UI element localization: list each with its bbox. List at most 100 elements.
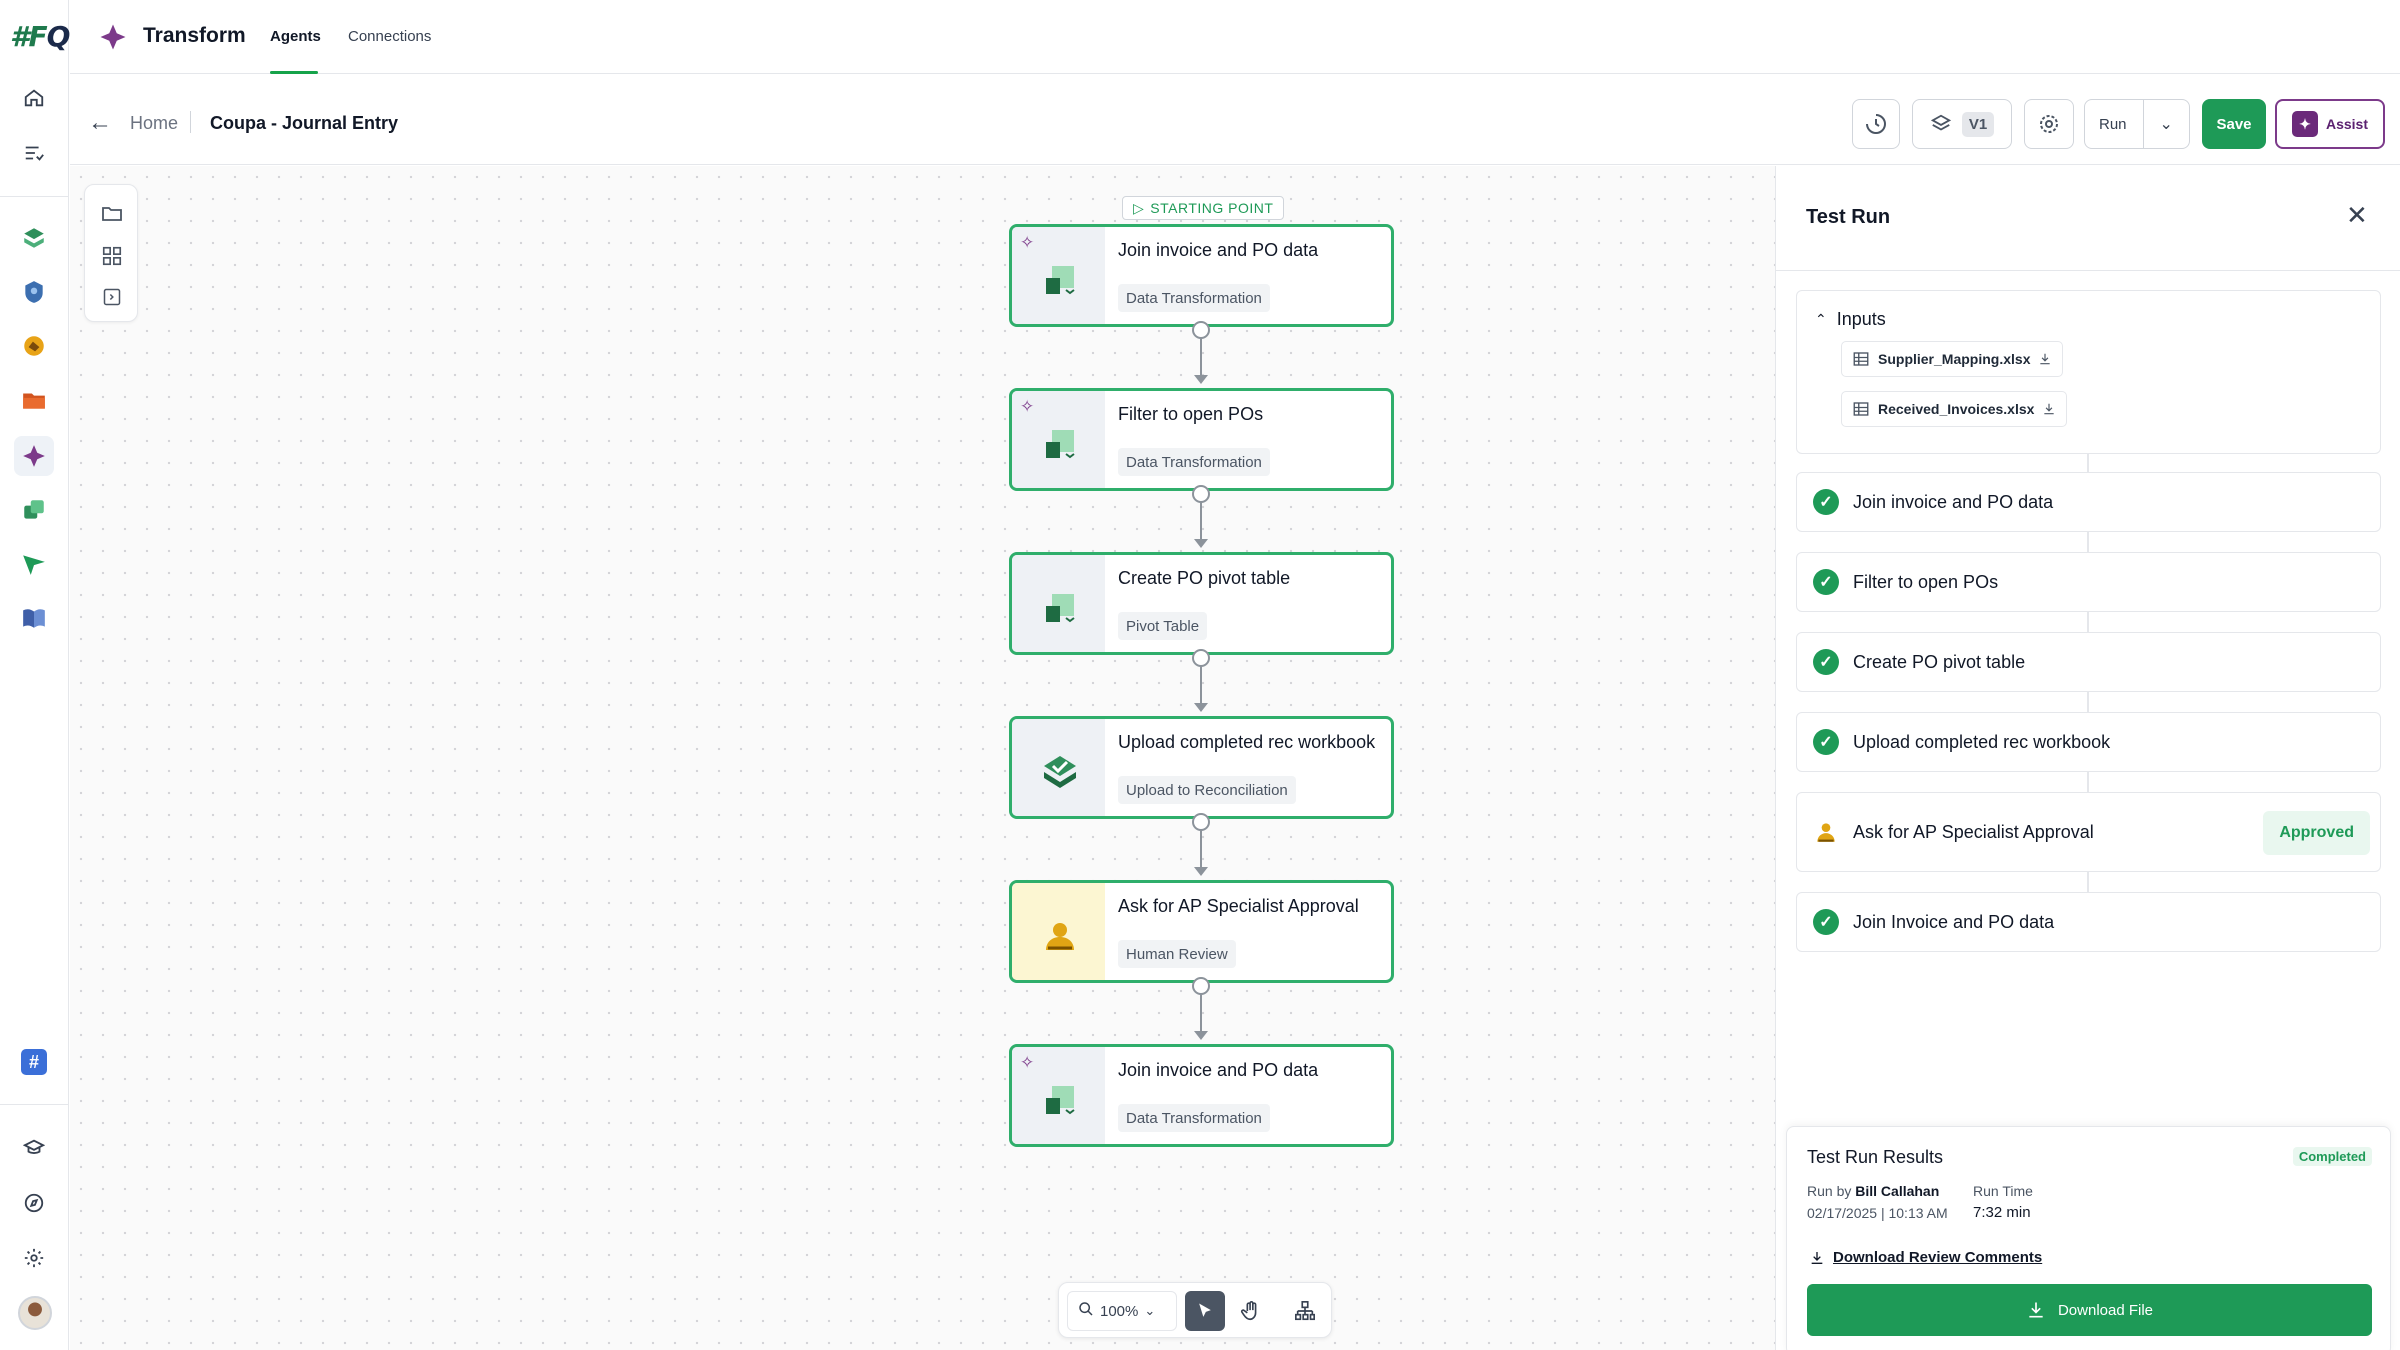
tasks-icon[interactable] — [14, 133, 54, 173]
node-title: Upload completed rec workbook — [1118, 732, 1376, 752]
download-file-label: Download File — [2057, 1301, 2154, 1319]
user-avatar[interactable] — [18, 1296, 52, 1330]
node-type-chip: Pivot Table — [1118, 612, 1208, 640]
reconciliation-app-icon[interactable] — [14, 218, 54, 258]
workflow-node-filter-open-pos[interactable]: ✧ Filter to open POs Data Transformation — [1009, 388, 1394, 491]
top-bar: Transform Agents Connections — [70, 0, 2400, 74]
inputs-toggle[interactable]: ⌃ Inputs — [1815, 309, 1886, 330]
app-logo[interactable]: #FQ — [10, 20, 70, 54]
tab-agents[interactable]: Agents — [270, 28, 321, 45]
node-thumbnail — [1012, 555, 1105, 652]
version-selector[interactable]: V1 — [1912, 99, 2012, 149]
slack-hash-icon[interactable]: # — [14, 1042, 54, 1082]
transform-logo-icon — [100, 24, 126, 50]
close-icon[interactable]: ✕ — [2346, 200, 2368, 231]
node-thumbnail — [1012, 719, 1105, 816]
components-grid-icon[interactable] — [96, 240, 128, 272]
run-dropdown-chevron-icon[interactable]: ⌄ — [2144, 114, 2190, 134]
save-button[interactable]: Save — [2202, 99, 2266, 149]
run-step-label: Join Invoice and PO data — [1853, 911, 2055, 932]
node-title: Create PO pivot table — [1118, 568, 1291, 588]
run-step[interactable]: ✓ Create PO pivot table — [1796, 632, 2381, 692]
settings-gear-icon[interactable] — [14, 1238, 54, 1278]
explore-compass-icon[interactable] — [14, 1183, 54, 1223]
input-file-chip[interactable]: Supplier_Mapping.xlsx — [1841, 341, 2064, 377]
human-review-icon — [1046, 923, 1074, 950]
home-icon[interactable] — [14, 78, 54, 118]
inputs-label: Inputs — [1836, 309, 1886, 329]
learn-icon[interactable] — [14, 1128, 54, 1168]
node-output-port[interactable] — [1192, 649, 1210, 667]
step-connector — [2087, 454, 2089, 472]
run-button-group: Run ⌄ — [2084, 99, 2190, 149]
upload-reconciliation-icon — [1044, 756, 1076, 788]
sync-app-icon[interactable] — [14, 490, 54, 530]
run-button[interactable]: Run — [2085, 116, 2143, 133]
download-file-button[interactable]: Download File — [1807, 1284, 2372, 1336]
check-circle-icon: ✓ — [1813, 729, 1839, 755]
library-app-icon[interactable] — [14, 598, 54, 638]
results-title: Test Run Results — [1807, 1147, 1944, 1167]
download-icon[interactable] — [2042, 402, 2056, 416]
node-title: Filter to open POs — [1118, 404, 1264, 424]
input-file-chip[interactable]: Received_Invoices.xlsx — [1841, 391, 2068, 427]
run-step-label: Create PO pivot table — [1853, 651, 2026, 672]
vault-app-icon[interactable] — [14, 272, 54, 312]
run-step[interactable]: ✓ Filter to open POs — [1796, 552, 2381, 612]
left-rail: #FQ # — [0, 0, 70, 1350]
transform-app-icon[interactable] — [14, 436, 54, 476]
breadcrumb-divider — [190, 111, 191, 133]
edge-arrowhead — [1194, 867, 1208, 876]
workflow-node-upload-workbook[interactable]: Upload completed rec workbook Upload to … — [1009, 716, 1394, 819]
hand-pan-tool-icon[interactable] — [1231, 1291, 1271, 1331]
play-icon: ▷ — [1133, 199, 1145, 216]
data-transform-icon — [1046, 1086, 1075, 1115]
workflow-node-pivot-table[interactable]: Create PO pivot table Pivot Table — [1009, 552, 1394, 655]
panel-divider — [1776, 270, 2400, 271]
node-output-port[interactable] — [1192, 977, 1210, 995]
edge-arrowhead — [1194, 1031, 1208, 1040]
download-review-comments-link[interactable]: Download Review Comments — [1809, 1249, 2042, 1266]
node-output-port[interactable] — [1192, 321, 1210, 339]
edge-arrowhead — [1194, 703, 1208, 712]
inputs-section: ⌃ Inputs Supplier_Mapping.xlsx Received_… — [1796, 290, 2381, 454]
gear-icon — [2040, 115, 2058, 133]
folder-app-icon[interactable] — [14, 380, 54, 420]
run-step[interactable]: ✓ Join invoice and PO data — [1796, 472, 2381, 532]
edge-arrowhead — [1194, 539, 1208, 548]
panel-toggle-icon[interactable] — [96, 281, 128, 313]
assist-button[interactable]: ✦ Assist — [2275, 99, 2385, 149]
run-step[interactable]: ✓ Upload completed rec workbook — [1796, 712, 2381, 772]
workflow-node-ap-approval[interactable]: Ask for AP Specialist Approval Human Rev… — [1009, 880, 1394, 983]
open-folder-icon[interactable] — [96, 197, 128, 229]
step-connector — [2087, 532, 2089, 552]
workflow-canvas[interactable]: ▷ STARTING POINT ✧ Join invoice and PO d… — [70, 166, 1775, 1350]
send-app-icon[interactable] — [14, 544, 54, 584]
tab-connections[interactable]: Connections — [348, 28, 431, 45]
node-output-port[interactable] — [1192, 813, 1210, 831]
download-icon — [1811, 1251, 1823, 1264]
node-title: Join invoice and PO data — [1118, 240, 1319, 260]
zoom-chevron-down-icon: ⌄ — [1144, 1303, 1156, 1318]
workflow-node-join-invoice-final[interactable]: ✧ Join invoice and PO data Data Transfor… — [1009, 1044, 1394, 1147]
breadcrumb-home[interactable]: Home — [130, 113, 178, 134]
flux-app-icon[interactable] — [14, 326, 54, 366]
run-step[interactable]: ✓ Join Invoice and PO data — [1796, 892, 2381, 952]
approved-status-badge: Approved — [2263, 811, 2370, 855]
run-by: Run by Bill Callahan — [1807, 1183, 1939, 1199]
check-circle-icon: ✓ — [1813, 569, 1839, 595]
run-step-label: Upload completed rec workbook — [1853, 731, 2111, 752]
step-connector — [2087, 612, 2089, 632]
node-output-port[interactable] — [1192, 485, 1210, 503]
settings-button[interactable] — [2024, 99, 2074, 149]
auto-layout-tool-icon[interactable] — [1285, 1291, 1325, 1331]
run-step-approval[interactable]: Ask for AP Specialist Approval Approved — [1796, 792, 2381, 872]
pointer-tool-icon[interactable] — [1185, 1291, 1225, 1331]
back-arrow-icon[interactable]: ← — [88, 109, 112, 137]
human-review-icon — [1817, 823, 1835, 842]
history-button[interactable] — [1852, 99, 1900, 149]
node-thumbnail — [1012, 883, 1105, 980]
zoom-select[interactable]: 100% ⌄ — [1067, 1291, 1177, 1331]
download-icon[interactable] — [2038, 352, 2052, 366]
workflow-node-join-invoice[interactable]: ✧ Join invoice and PO data Data Transfor… — [1009, 224, 1394, 327]
